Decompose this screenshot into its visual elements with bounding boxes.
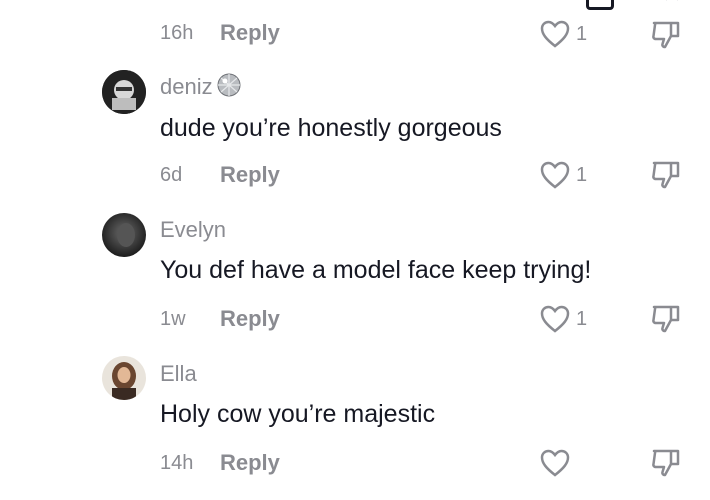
disco-ball-icon [216, 72, 242, 104]
comment-text: You def have a model face keep trying! [160, 256, 592, 284]
avatar-image [102, 70, 146, 114]
comment-time: 6d [160, 163, 183, 186]
like-count: 1 [576, 163, 588, 186]
comment-text: Holy cow you’re majestic [160, 400, 436, 428]
heart-icon [540, 20, 570, 48]
comment-meta: 16h Reply [160, 18, 280, 48]
dislike-icon [652, 161, 680, 189]
reply-button[interactable]: Reply [220, 162, 280, 188]
avatar[interactable] [102, 70, 146, 114]
username[interactable]: deniz [160, 72, 242, 104]
comment-text: dude you’re honestly gorgeous [160, 114, 502, 142]
reply-button[interactable]: Reply [220, 20, 280, 46]
reply-button[interactable]: Reply [220, 306, 280, 332]
close-icon[interactable]: ✕ [662, 0, 682, 9]
like-button[interactable] [540, 449, 576, 477]
like-button[interactable]: 1 [540, 161, 587, 189]
like-count: 1 [576, 22, 588, 45]
dislike-icon [652, 449, 680, 477]
avatar[interactable] [102, 213, 146, 257]
heart-icon [540, 305, 570, 333]
username-text: deniz [160, 73, 213, 99]
username[interactable]: Evelyn [160, 217, 226, 243]
comment-meta: 14h Reply [160, 448, 280, 478]
comment-meta: 6d Reply [160, 160, 280, 190]
avatar-image [102, 213, 146, 257]
reply-button[interactable]: Reply [220, 450, 280, 476]
like-button[interactable]: 1 [540, 305, 587, 333]
comment-time: 16h [160, 21, 194, 44]
heart-icon [540, 161, 570, 189]
username[interactable]: Ella [160, 361, 197, 387]
dislike-button[interactable] [650, 20, 682, 55]
avatar-image [102, 356, 146, 400]
dislike-button[interactable] [650, 160, 682, 195]
like-button[interactable]: 1 [540, 20, 587, 48]
dislike-button[interactable] [650, 304, 682, 339]
dislike-icon [652, 21, 680, 49]
comments-panel: ✕ 16h Reply 1 d [0, 0, 710, 500]
comment-meta: 1w Reply [160, 304, 280, 334]
comment-time: 14h [160, 451, 194, 474]
avatar[interactable] [102, 356, 146, 400]
comment-time: 1w [160, 307, 186, 330]
header-icon[interactable] [586, 0, 614, 10]
heart-icon [540, 449, 570, 477]
like-count: 1 [576, 307, 588, 330]
comments-header: ✕ [0, 0, 710, 10]
dislike-icon [652, 305, 680, 333]
dislike-button[interactable] [650, 448, 682, 483]
